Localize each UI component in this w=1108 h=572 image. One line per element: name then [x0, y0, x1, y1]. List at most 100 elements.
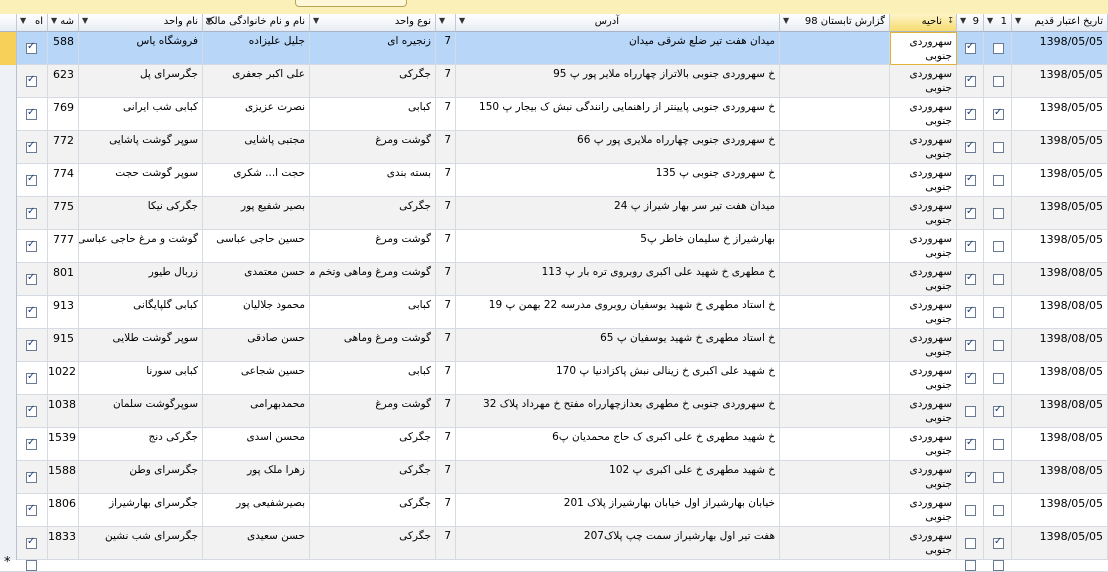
table-cell-owner[interactable]: حسین شجاعی	[203, 362, 310, 395]
checkbox-cell[interactable]	[957, 32, 984, 65]
checkbox[interactable]	[26, 338, 37, 351]
table-row[interactable]: 769کبابی شب ایرانینصرت عزیزیکبابی7خ سهرو…	[0, 98, 1108, 131]
checkbox-cell[interactable]	[17, 197, 48, 230]
table-cell-district[interactable]: سهروردی جنوبی	[890, 131, 957, 164]
checkbox-cell[interactable]	[957, 197, 984, 230]
table-cell-owner[interactable]: محمود جلالیان	[203, 296, 310, 329]
table-cell-owner[interactable]: نصرت عزیزی	[203, 98, 310, 131]
table-cell-code[interactable]: 7	[436, 197, 456, 230]
table-cell-address[interactable]: خ سهروردی جنوبی چهارراه ملایری پور پ 66	[456, 131, 780, 164]
table-cell-district[interactable]: سهروردی جنوبی	[890, 461, 957, 494]
chevron-down-icon[interactable]: ▼	[313, 16, 319, 25]
column-header-col11[interactable]: 1 ▼	[984, 14, 1012, 32]
checkbox-cell[interactable]	[984, 164, 1012, 197]
table-cell-num[interactable]: 623	[48, 65, 79, 98]
checkbox[interactable]	[993, 472, 1004, 483]
checkbox[interactable]	[965, 538, 976, 549]
table-cell-date[interactable]: 1398/08/05	[1012, 362, 1108, 395]
table-cell-owner[interactable]: حسین حاجی عباسی	[203, 230, 310, 263]
table-cell-code[interactable]: 7	[436, 362, 456, 395]
table-cell-district[interactable]: سهروردی جنوبی	[890, 329, 957, 362]
checkbox-cell[interactable]	[957, 395, 984, 428]
table-cell-owner[interactable]: محسن اسدی	[203, 428, 310, 461]
table-cell-address[interactable]: خ سهروردی جنوبی خ مطهری بعدازچهارراه مفت…	[456, 395, 780, 428]
table-cell[interactable]	[780, 494, 890, 527]
checkbox[interactable]	[26, 536, 37, 549]
table-cell-owner[interactable]: مجتبی پاشایی	[203, 131, 310, 164]
checkbox-cell[interactable]	[984, 263, 1012, 296]
table-cell-num[interactable]: 769	[48, 98, 79, 131]
table-cell-num[interactable]: 775	[48, 197, 79, 230]
row-selector[interactable]	[0, 65, 17, 98]
checkbox[interactable]	[26, 74, 37, 87]
checkbox[interactable]	[993, 107, 1004, 120]
checkbox[interactable]	[993, 208, 1004, 219]
checkbox[interactable]	[965, 338, 976, 351]
table-cell-date[interactable]: 1398/08/05	[1012, 461, 1108, 494]
table-cell-district[interactable]: سهروردی جنوبی	[890, 428, 957, 461]
checkbox[interactable]	[965, 437, 976, 450]
table-cell[interactable]	[780, 197, 890, 230]
checkbox[interactable]	[965, 206, 976, 219]
table-cell-unit[interactable]: سوپر گوشت پاشایی	[79, 131, 203, 164]
new-record-checkbox[interactable]	[26, 560, 37, 571]
message-bar-button[interactable]	[295, 0, 407, 7]
table-cell-date[interactable]: 1398/05/05	[1012, 32, 1108, 65]
table-cell-unit[interactable]: جگرکی نیکا	[79, 197, 203, 230]
checkbox-cell[interactable]	[17, 263, 48, 296]
table-cell-type[interactable]: کبابی	[310, 296, 436, 329]
table-cell-address[interactable]: میدان هفت تیر ضلع شرقی میدان	[456, 32, 780, 65]
checkbox-cell[interactable]	[17, 428, 48, 461]
new-record-checkbox[interactable]	[965, 560, 976, 571]
checkbox-cell[interactable]	[984, 494, 1012, 527]
table-cell-type[interactable]: گوشت ومرغ وماهی	[310, 329, 436, 362]
table-cell[interactable]	[780, 296, 890, 329]
table-cell-address[interactable]: میدان هفت تیر سر بهار شیراز پ 24	[456, 197, 780, 230]
checkbox[interactable]	[965, 305, 976, 318]
checkbox-cell[interactable]	[984, 296, 1012, 329]
row-selector[interactable]	[0, 296, 17, 329]
table-cell-address[interactable]: خ استاد مطهری خ شهید یوسفیان روبروی مدرس…	[456, 296, 780, 329]
table-row[interactable]: 774سوپر گوشت حجتحجت ا... شکریبسته بندی7خ…	[0, 164, 1108, 197]
table-cell-owner[interactable]: علی اکبر جعفری	[203, 65, 310, 98]
table-cell-type[interactable]: گوشت ومرغ	[310, 131, 436, 164]
checkbox-cell[interactable]	[957, 230, 984, 263]
row-selector[interactable]	[0, 395, 17, 428]
table-cell-unit[interactable]: سوپر گوشت حجت	[79, 164, 203, 197]
table-cell-address[interactable]: خ شهید مطهری خ علی اکبری پ 102	[456, 461, 780, 494]
checkbox-cell[interactable]	[957, 131, 984, 164]
table-cell-district[interactable]: سهروردی جنوبی	[890, 197, 957, 230]
table-cell-date[interactable]: 1398/05/05	[1012, 197, 1108, 230]
row-selector[interactable]	[0, 164, 17, 197]
chevron-down-icon[interactable]: ▼	[783, 16, 789, 25]
checkbox[interactable]	[965, 107, 976, 120]
new-record-checkbox[interactable]	[993, 560, 1004, 571]
table-cell-type[interactable]: جگرکی	[310, 65, 436, 98]
table-cell-type[interactable]: جگرکی	[310, 494, 436, 527]
new-record-row[interactable]: *	[0, 555, 1108, 572]
checkbox-cell[interactable]	[984, 197, 1012, 230]
table-cell-owner[interactable]: محمدبهرامی	[203, 395, 310, 428]
checkbox[interactable]	[26, 173, 37, 186]
row-selector[interactable]	[0, 263, 17, 296]
table-cell-type[interactable]: جگرکی	[310, 197, 436, 230]
checkbox[interactable]	[993, 175, 1004, 186]
table-cell-num[interactable]: 801	[48, 263, 79, 296]
checkbox[interactable]	[993, 340, 1004, 351]
checkbox[interactable]	[26, 272, 37, 285]
table-cell-owner[interactable]: زهرا ملک پور	[203, 461, 310, 494]
table-cell-date[interactable]: 1398/05/05	[1012, 65, 1108, 98]
table-cell-type[interactable]: زنجیره ای	[310, 32, 436, 65]
table-cell-num[interactable]: 1806	[48, 494, 79, 527]
table-cell-unit[interactable]: گوشت و مرغ حاجی عباسی	[79, 230, 203, 263]
chevron-down-icon[interactable]: ▼	[439, 16, 445, 25]
table-cell-type[interactable]: کبابی	[310, 362, 436, 395]
table-cell[interactable]	[780, 329, 890, 362]
checkbox[interactable]	[965, 239, 976, 252]
table-cell-district[interactable]: سهروردی جنوبی	[890, 494, 957, 527]
table-cell-num[interactable]: 774	[48, 164, 79, 197]
table-cell-code[interactable]: 7	[436, 494, 456, 527]
table-cell-date[interactable]: 1398/08/05	[1012, 263, 1108, 296]
checkbox[interactable]	[993, 43, 1004, 54]
table-cell-code[interactable]: 7	[436, 65, 456, 98]
